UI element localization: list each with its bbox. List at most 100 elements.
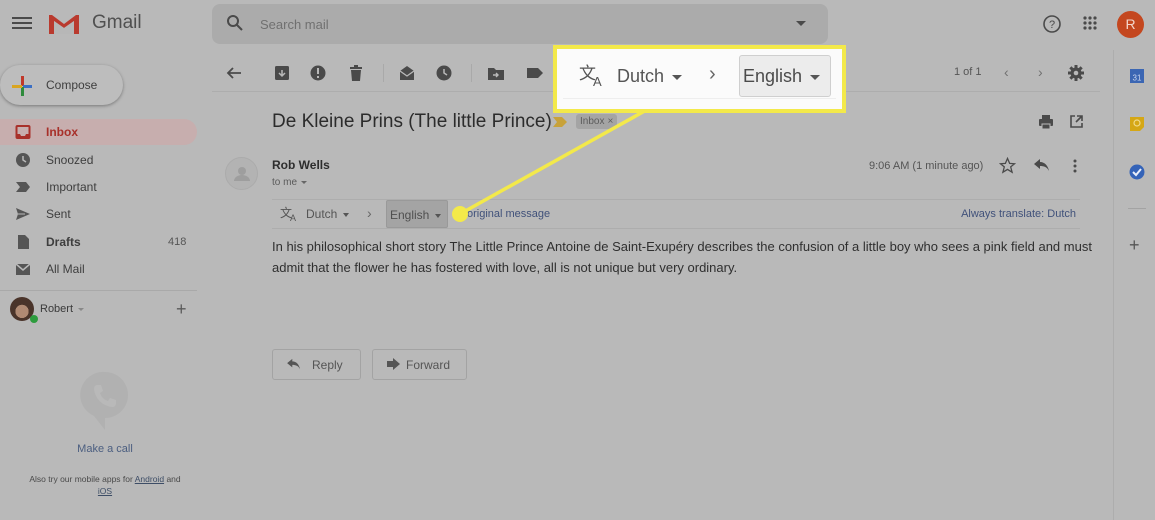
label-icon[interactable] [526,64,544,82]
account-name: Robert [40,303,74,315]
account-dropdown-icon[interactable] [78,308,84,311]
mark-unread-icon[interactable] [398,64,416,82]
tasks-icon[interactable] [1129,164,1145,180]
chevron-down-icon [343,212,350,217]
target-language-value: English [390,208,430,222]
translation-bar: 文 A Dutch › English w original message A… [272,199,1080,229]
phone-bubble-icon [80,371,128,430]
mobile-apps-text: Also try our mobile apps for [29,474,133,484]
keep-icon[interactable] [1129,116,1145,132]
always-translate-link[interactable]: Always translate: Dutch [961,208,1076,220]
reply-button[interactable]: Reply [272,349,361,380]
star-icon[interactable] [999,157,1016,174]
mail-icon [15,263,31,275]
chevron-right-icon: › [367,205,372,221]
svg-text:A: A [593,74,602,87]
snooze-icon[interactable] [435,64,453,82]
android-link[interactable]: Android [135,474,164,484]
get-addons-button[interactable]: + [1129,235,1140,256]
sidebar-item-label: Important [46,180,97,194]
reply-label: Reply [312,358,343,372]
forward-icon [387,358,400,370]
previous-page-button[interactable]: ‹ [1004,64,1009,80]
draft-icon [18,235,29,249]
next-page-button[interactable]: › [1038,64,1043,80]
gmail-logo-icon [49,15,79,34]
translate-icon: 文 A [280,206,296,222]
sidebar-item-snoozed[interactable]: Snoozed [0,147,197,173]
view-original-message-link[interactable]: w original message [456,208,550,220]
search-options-dropdown-icon[interactable] [796,21,806,26]
search-bar[interactable]: Search mail [212,4,828,44]
inbox-icon [15,125,31,139]
archive-icon[interactable] [273,64,291,82]
move-to-icon[interactable] [487,64,505,82]
sidebar-item-inbox[interactable]: Inbox [0,119,197,145]
svg-text:A: A [290,213,296,222]
more-options-icon[interactable] [1070,158,1080,174]
remove-label-icon[interactable]: × [607,116,613,127]
recipient-details-toggle[interactable]: to me [272,177,308,188]
search-input[interactable]: Search mail [260,17,329,32]
callout-source-language[interactable]: Dutch [617,66,683,87]
callout-target-language-value: English [743,66,803,86]
translation-callout: 文 A Dutch › English [553,45,846,113]
account-avatar[interactable]: R [1117,11,1144,38]
back-arrow-icon[interactable] [225,64,243,82]
chevron-down-icon [810,74,821,80]
compose-label: Compose [46,78,98,92]
svg-text:31: 31 [1133,74,1142,83]
online-status-icon [30,315,38,323]
inbox-label-chip: Inbox × [576,114,618,129]
important-marker-icon[interactable] [553,117,567,127]
new-conversation-button[interactable]: + [176,299,187,320]
sender-avatar [225,157,258,190]
main-menu-button[interactable] [12,14,32,34]
sidebar-item-label: All Mail [46,262,85,276]
send-icon [16,208,30,220]
drafts-count: 418 [168,236,187,248]
delete-icon[interactable] [347,64,365,82]
and-text: and [166,474,181,484]
toolbar-divider [383,64,384,82]
pagination-count: 1 of 1 [954,66,982,78]
open-in-new-window-icon[interactable] [1069,114,1084,129]
reply-icon[interactable] [1034,158,1050,172]
chevron-down-icon [301,180,308,184]
email-body: In his philosophical short story The Lit… [272,239,1092,275]
sidebar-item-drafts[interactable]: Drafts 418 [0,229,197,255]
forward-button[interactable]: Forward [372,349,467,380]
ios-link[interactable]: iOS [98,486,112,496]
help-icon[interactable]: ? [1042,14,1062,34]
source-language-select[interactable]: Dutch [306,207,350,221]
recipient-text: to me [272,177,298,188]
search-icon [227,15,243,31]
side-panel-divider [1128,208,1146,209]
calendar-icon[interactable]: 31 [1129,68,1145,84]
apps-grid-icon[interactable] [1082,15,1098,31]
sidebar-item-label: Sent [46,207,71,221]
callout-source-language-value: Dutch [617,66,665,86]
callout-divider [563,98,836,99]
settings-gear-icon[interactable] [1067,64,1085,82]
forward-label: Forward [406,358,451,372]
source-language-value: Dutch [306,207,338,221]
sidebar-item-sent[interactable]: Sent [0,201,197,227]
svg-text:?: ? [1049,19,1055,31]
sidebar-item-label: Drafts [46,235,81,249]
email-timestamp: 9:06 AM (1 minute ago) [869,160,984,172]
compose-plus-icon [12,76,32,96]
report-spam-icon[interactable] [309,64,327,82]
mobile-apps-promo: Also try our mobile apps for Android and… [0,473,210,497]
email-subject: De Kleine Prins (The little Prince) [272,111,552,132]
print-icon[interactable] [1038,114,1054,130]
sidebar-item-label: Inbox [46,125,78,139]
hangouts-account[interactable]: Robert + [10,297,197,325]
sidebar-item-important[interactable]: Important [0,174,197,200]
callout-target-language[interactable]: English [739,55,831,97]
target-language-select[interactable]: English [386,200,448,228]
compose-button[interactable]: Compose [0,65,123,105]
make-a-call-link[interactable]: Make a call [0,443,210,455]
sidebar-item-all-mail[interactable]: All Mail [0,256,197,282]
chevron-down-icon [435,213,442,218]
